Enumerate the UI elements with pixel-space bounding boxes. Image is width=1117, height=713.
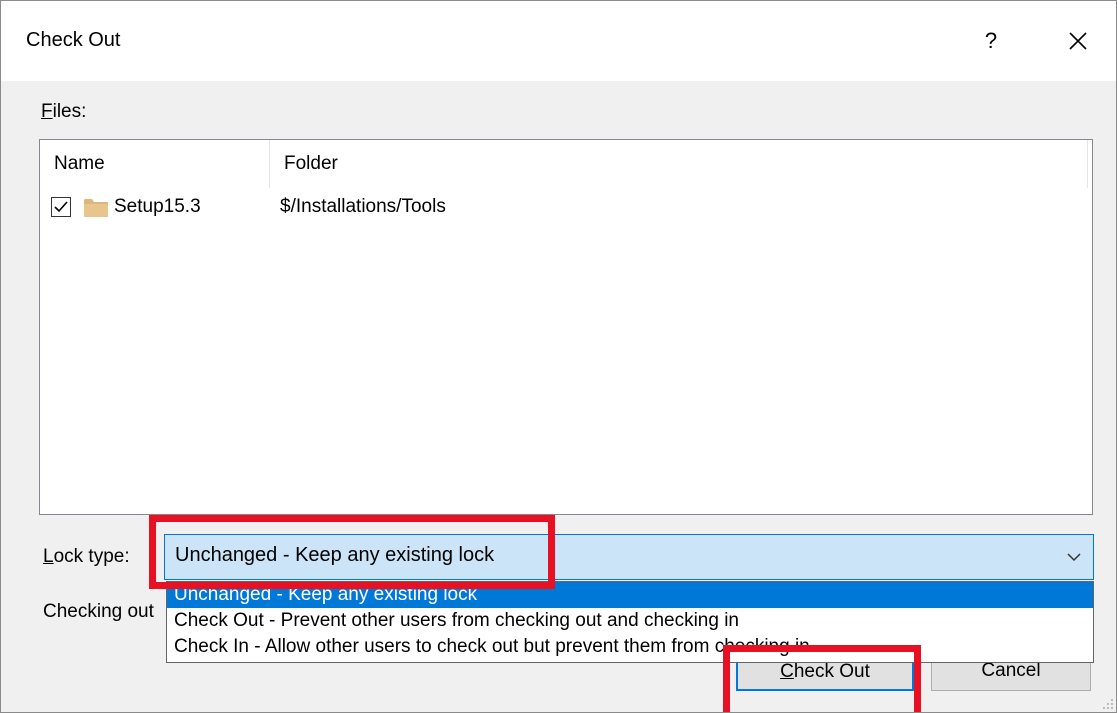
lock-type-label-accelerator: L xyxy=(43,546,54,567)
files-label: Files: xyxy=(41,101,86,123)
check-out-button-accelerator: C xyxy=(780,661,794,682)
lock-type-value: Unchanged - Keep any existing lock xyxy=(175,544,495,566)
file-checkbox[interactable] xyxy=(51,197,71,217)
title-bar: Check Out ? xyxy=(1,1,1116,81)
close-button[interactable] xyxy=(1053,19,1103,63)
check-out-dialog: Check Out ? Files: Name Folder Setup15.3… xyxy=(0,0,1117,713)
dialog-title: Check Out xyxy=(26,29,121,51)
files-label-text: iles: xyxy=(52,101,87,122)
folder-icon xyxy=(84,199,108,217)
checking-out-label: Checking out xyxy=(43,601,154,622)
help-button[interactable]: ? xyxy=(961,19,1021,63)
file-name: Setup15.3 xyxy=(114,196,201,217)
lock-type-dropdown-list[interactable]: Unchanged - Keep any existing lock Check… xyxy=(166,581,1094,663)
checkmark-icon xyxy=(54,201,68,213)
file-folder: $/Installations/Tools xyxy=(280,196,446,217)
file-list[interactable]: Name Folder Setup15.3 $/Installations/To… xyxy=(39,139,1093,515)
check-out-button-text: heck Out xyxy=(793,661,870,682)
column-header-folder[interactable]: Folder xyxy=(270,140,1088,188)
column-header-name[interactable]: Name xyxy=(40,140,270,188)
file-row[interactable]: Setup15.3 $/Installations/Tools xyxy=(40,192,1090,226)
files-label-accelerator: F xyxy=(41,101,53,122)
chevron-down-icon[interactable] xyxy=(1065,548,1083,566)
lock-type-select[interactable]: Unchanged - Keep any existing lock xyxy=(164,534,1094,580)
lock-type-label-text: ock type: xyxy=(53,546,130,567)
lock-type-label: Lock type: xyxy=(43,546,130,568)
close-icon xyxy=(1069,32,1087,50)
lock-option-check-in[interactable]: Check In - Allow other users to check ou… xyxy=(167,634,1093,660)
lock-option-check-out[interactable]: Check Out - Prevent other users from che… xyxy=(167,608,1093,634)
resize-grip-icon[interactable] xyxy=(1100,696,1114,710)
lock-option-unchanged[interactable]: Unchanged - Keep any existing lock xyxy=(167,582,1093,608)
